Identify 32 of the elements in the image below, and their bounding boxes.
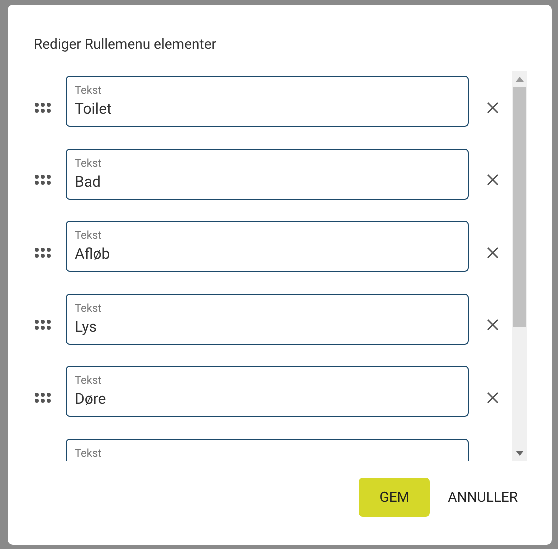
close-icon[interactable] [487, 246, 499, 258]
save-button[interactable]: GEM [359, 478, 430, 517]
scroll-down-icon[interactable] [516, 451, 524, 456]
field-value: Bad [75, 172, 101, 190]
drag-handle-icon[interactable] [34, 102, 52, 112]
text-field[interactable]: Tekst Bad [66, 148, 469, 200]
close-icon[interactable] [487, 174, 499, 186]
text-field[interactable]: Tekst Toilet [66, 76, 469, 127]
close-icon[interactable] [487, 319, 499, 331]
field-label: Tekst [75, 448, 103, 460]
field-label: Tekst [75, 230, 103, 242]
cancel-button[interactable]: ANNULLER [440, 478, 526, 517]
field-value: Toilet [75, 100, 112, 118]
text-field[interactable]: Tekst Døre [66, 366, 469, 417]
field-label: Tekst [75, 158, 103, 170]
drag-handle-icon[interactable] [34, 175, 52, 185]
text-field[interactable]: Tekst Afløb [66, 221, 469, 272]
field-value: Døre [75, 390, 106, 408]
drag-handle-icon[interactable] [34, 320, 52, 330]
text-field[interactable]: Tekst Lys [66, 294, 469, 344]
scrollbar-thumb[interactable] [513, 87, 526, 327]
field-label: Tekst [75, 85, 103, 97]
field-label: Tekst [75, 375, 103, 387]
drag-handle-icon[interactable] [34, 248, 52, 258]
field-label: Tekst [75, 302, 103, 314]
close-icon[interactable] [487, 102, 499, 114]
close-icon[interactable] [487, 392, 499, 404]
field-value: Afløb [75, 245, 110, 263]
drag-handle-icon[interactable] [34, 392, 52, 402]
field-value: Lys [75, 318, 97, 336]
dialog-title: Rediger Rullemenu elementer [33, 38, 218, 52]
scrollbar[interactable] [512, 71, 527, 461]
